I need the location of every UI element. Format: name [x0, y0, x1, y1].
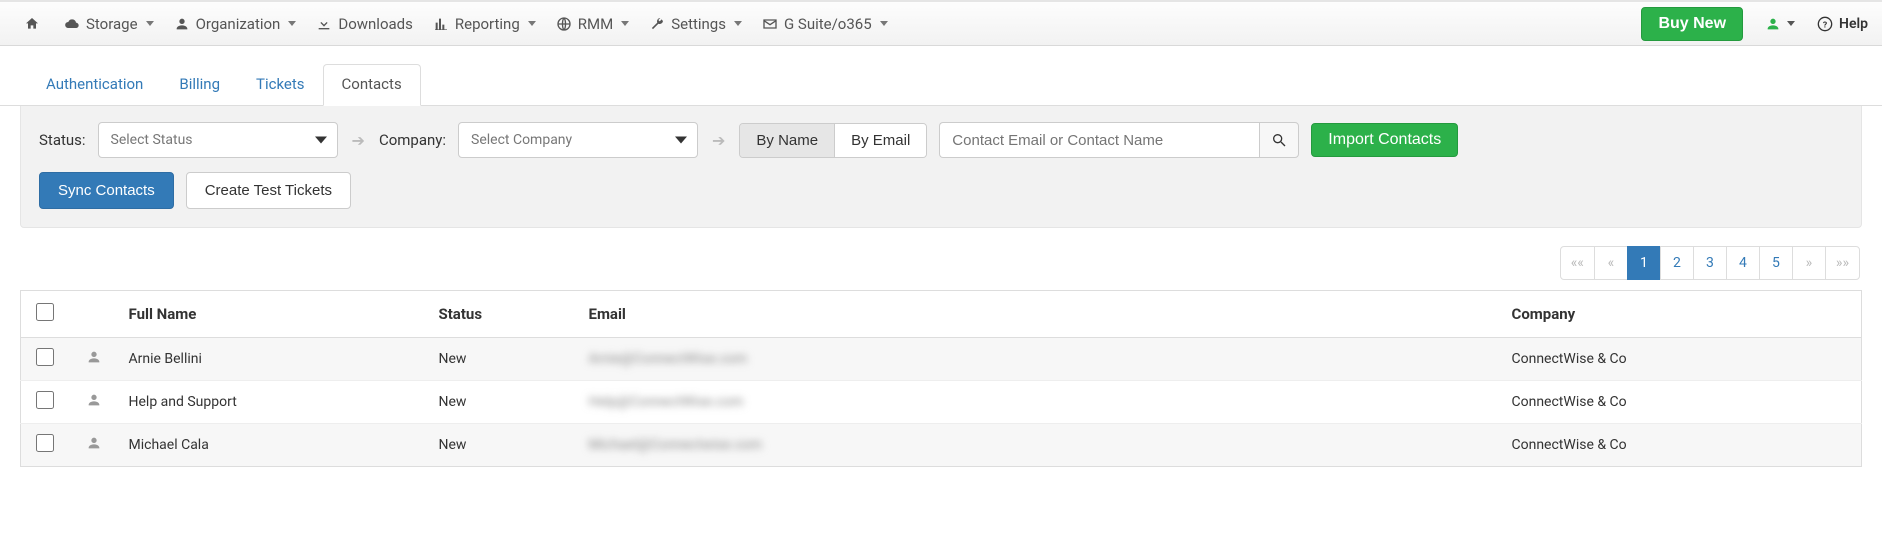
create-test-tickets-button[interactable]: Create Test Tickets — [186, 172, 351, 209]
cell-company: ConnectWise & Co — [1502, 424, 1862, 467]
nav-item-label: G Suite/o365 — [784, 15, 872, 33]
page-4[interactable]: 4 — [1726, 246, 1760, 280]
contacts-table: Full Name Status Email Company Arnie Bel… — [20, 290, 1862, 467]
nav-item-storage[interactable]: Storage — [54, 9, 164, 39]
col-header-email[interactable]: Email — [579, 291, 1502, 338]
nav-item-settings[interactable]: Settings — [639, 9, 752, 39]
buy-new-button[interactable]: Buy New — [1641, 7, 1743, 41]
cell-email: Arnie@ConnectWise.com — [589, 351, 748, 367]
nav-item-label: Downloads — [338, 15, 413, 33]
by-name-button[interactable]: By Name — [740, 124, 834, 157]
page-1[interactable]: 1 — [1627, 246, 1661, 280]
page-last[interactable]: »» — [1825, 246, 1860, 280]
nav-item-g-suite-o365[interactable]: G Suite/o365 — [752, 9, 898, 39]
help-link[interactable]: ? Help — [1817, 16, 1868, 32]
nav-item-reporting[interactable]: Reporting — [423, 9, 546, 39]
col-header-status[interactable]: Status — [429, 291, 579, 338]
nav-item-downloads[interactable]: Downloads — [306, 9, 423, 39]
help-label: Help — [1839, 16, 1868, 32]
col-header-company[interactable]: Company — [1502, 291, 1862, 338]
page-2[interactable]: 2 — [1660, 246, 1694, 280]
caret-icon — [621, 21, 629, 26]
caret-icon — [880, 21, 888, 26]
tab-tickets[interactable]: Tickets — [238, 65, 323, 105]
page-first[interactable]: «« — [1560, 246, 1595, 280]
company-select-placeholder: Select Company — [471, 132, 572, 148]
page-next[interactable]: » — [1792, 246, 1826, 280]
caret-icon — [146, 21, 154, 26]
pagination: «««12345»»» — [0, 228, 1882, 290]
page-prev[interactable]: « — [1594, 246, 1628, 280]
status-select[interactable]: Select Status — [98, 122, 338, 158]
svg-text:?: ? — [1823, 20, 1827, 30]
cell-company: ConnectWise & Co — [1502, 338, 1862, 381]
page-3[interactable]: 3 — [1693, 246, 1727, 280]
table-row: Arnie BelliniNew Arnie@ConnectWise.com Con… — [21, 338, 1862, 381]
col-header-name[interactable]: Full Name — [119, 291, 429, 338]
chevron-down-icon — [315, 137, 327, 144]
status-label: Status: — [39, 131, 86, 149]
nav-item-label: Storage — [86, 15, 138, 33]
search-input[interactable] — [939, 122, 1259, 158]
nav-item-label: Reporting — [455, 15, 520, 33]
status-select-placeholder: Select Status — [111, 132, 193, 148]
select-all-checkbox[interactable] — [36, 303, 54, 321]
nav-item-label: Settings — [671, 15, 726, 33]
nav-item-rmm[interactable]: RMM — [546, 9, 639, 39]
cell-email: Help@ConnectWise.com — [589, 394, 744, 410]
cell-status: New — [429, 424, 579, 467]
filter-bar: Status: Select Status ➔ Company: Select … — [20, 106, 1862, 228]
nav-item-organization[interactable]: Organization — [164, 9, 307, 39]
row-checkbox[interactable] — [36, 434, 54, 452]
search-mode-segment: By Name By Email — [739, 123, 927, 158]
caret-icon — [1787, 21, 1795, 26]
caret-icon — [288, 21, 296, 26]
tab-contacts[interactable]: Contacts — [323, 64, 421, 106]
cell-company: ConnectWise & Co — [1502, 381, 1862, 424]
row-checkbox[interactable] — [36, 348, 54, 366]
row-checkbox[interactable] — [36, 391, 54, 409]
cell-name: Michael Cala — [119, 424, 429, 467]
company-select[interactable]: Select Company — [458, 122, 698, 158]
user-icon — [86, 396, 102, 412]
arrow-right-icon: ➔ — [710, 131, 727, 150]
tab-authentication[interactable]: Authentication — [28, 65, 161, 105]
page-5[interactable]: 5 — [1759, 246, 1793, 280]
company-label: Company: — [379, 131, 446, 149]
nav-item-label: Organization — [196, 15, 281, 33]
search-button[interactable] — [1259, 122, 1299, 158]
user-icon — [86, 439, 102, 455]
cell-status: New — [429, 338, 579, 381]
caret-icon — [734, 21, 742, 26]
chevron-down-icon — [675, 137, 687, 144]
caret-icon — [528, 21, 536, 26]
table-row: Help and SupportNew Help@ConnectWise.com C… — [21, 381, 1862, 424]
table-row: Michael CalaNew Michael@Connectwise.com Co… — [21, 424, 1862, 467]
tabs: AuthenticationBillingTicketsContacts — [0, 46, 1882, 106]
top-nav: Storage Organization Downloads Reporting RMM… — [0, 0, 1882, 46]
home-icon[interactable] — [14, 10, 50, 38]
cell-email: Michael@Connectwise.com — [589, 437, 762, 453]
arrow-right-icon: ➔ — [350, 131, 367, 150]
nav-item-label: RMM — [578, 15, 613, 33]
cell-name: Help and Support — [119, 381, 429, 424]
user-icon — [86, 353, 102, 369]
cell-name: Arnie Bellini — [119, 338, 429, 381]
user-menu[interactable] — [1759, 12, 1801, 36]
import-contacts-button[interactable]: Import Contacts — [1311, 123, 1458, 157]
sync-contacts-button[interactable]: Sync Contacts — [39, 172, 174, 209]
by-email-button[interactable]: By Email — [834, 124, 926, 157]
cell-status: New — [429, 381, 579, 424]
tab-billing[interactable]: Billing — [161, 65, 238, 105]
